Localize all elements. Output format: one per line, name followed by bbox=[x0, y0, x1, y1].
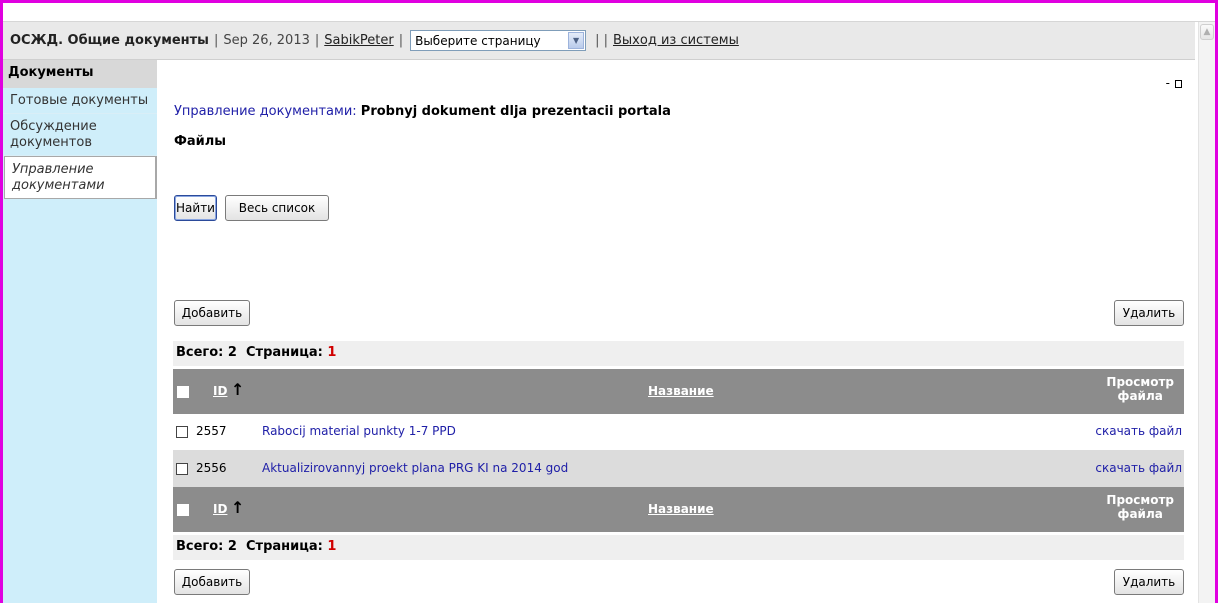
download-file-link[interactable]: скачать файл bbox=[1095, 424, 1182, 438]
table-row: 2556 Aktualizirovannyj proekt plana PRG … bbox=[173, 450, 1184, 487]
sidebar-item-document-management[interactable]: Управление документами bbox=[4, 156, 157, 199]
breadcrumb-link-document-management[interactable]: Управление документами: bbox=[174, 104, 357, 119]
column-header-view-line1: Просмотр bbox=[1106, 493, 1174, 507]
vertical-scrollbar[interactable]: ▲ bbox=[1198, 22, 1215, 603]
sort-ascending-icon: ↑ bbox=[231, 498, 245, 517]
table-header: ID ↑ Название Просмотр файла bbox=[173, 369, 1184, 414]
column-header-view-line2: файла bbox=[1117, 507, 1163, 521]
page-select-value: Выберите страницу bbox=[415, 33, 541, 48]
total-label: Всего: bbox=[176, 539, 224, 554]
page-label: Страница: bbox=[246, 345, 323, 360]
page-number[interactable]: 1 bbox=[327, 539, 336, 554]
column-header-view-line1: Просмотр bbox=[1106, 375, 1174, 389]
maximize-icon[interactable] bbox=[1175, 79, 1182, 88]
row-id: 2557 bbox=[196, 424, 227, 438]
sidebar: Документы Готовые документы Обсуждение д… bbox=[3, 60, 157, 603]
total-value: 2 bbox=[227, 539, 237, 554]
minimize-icon[interactable]: - bbox=[1166, 76, 1172, 90]
current-date: Sep 26, 2013 bbox=[223, 33, 310, 48]
main-content: - Управление документами: Probnyj dokume… bbox=[158, 60, 1195, 603]
total-value: 2 bbox=[227, 345, 237, 360]
column-header-view-file: Просмотр файла bbox=[1106, 375, 1174, 403]
breadcrumb: Управление документами: Probnyj dokument… bbox=[174, 104, 671, 119]
row-checkbox[interactable] bbox=[176, 426, 188, 438]
row-title-link[interactable]: Aktualizirovannyj proekt plana PRG KI na… bbox=[262, 461, 568, 475]
column-header-id-bottom[interactable]: ID bbox=[213, 502, 227, 516]
all-list-button[interactable]: Весь список bbox=[225, 195, 329, 221]
table-footer-header: ID ↑ Название Просмотр файла bbox=[173, 487, 1184, 532]
page-select[interactable]: Выберите страницу ▼ bbox=[410, 30, 587, 51]
row-title-link[interactable]: Rabocij material punkty 1-7 PPD bbox=[262, 424, 456, 438]
sidebar-item-ready-documents[interactable]: Готовые документы bbox=[3, 88, 157, 114]
add-button-top[interactable]: Добавить bbox=[174, 300, 250, 326]
delete-button-bottom[interactable]: Удалить bbox=[1114, 569, 1184, 595]
window-controls: - bbox=[1166, 76, 1182, 90]
page-number[interactable]: 1 bbox=[327, 345, 336, 360]
section-title-files: Файлы bbox=[174, 134, 227, 149]
select-all-checkbox-bottom[interactable] bbox=[177, 504, 189, 516]
page-label: Страница: bbox=[246, 539, 323, 554]
logout-link[interactable]: Выход из системы bbox=[613, 33, 739, 48]
row-checkbox[interactable] bbox=[176, 463, 188, 475]
scroll-up-icon[interactable]: ▲ bbox=[1200, 24, 1214, 40]
download-file-link[interactable]: скачать файл bbox=[1095, 461, 1182, 475]
select-all-checkbox[interactable] bbox=[177, 386, 189, 398]
separator: | bbox=[213, 33, 219, 48]
separator: | bbox=[398, 33, 404, 48]
pagination-summary-top: Всего: 2 Страница: 1 bbox=[173, 341, 1184, 366]
column-header-view-line2: файла bbox=[1117, 389, 1163, 403]
column-header-view-file-bottom: Просмотр файла bbox=[1106, 493, 1174, 521]
add-button-bottom[interactable]: Добавить bbox=[174, 569, 250, 595]
delete-button-top[interactable]: Удалить bbox=[1114, 300, 1184, 326]
sidebar-item-document-discussion[interactable]: Обсуждение документов bbox=[3, 114, 157, 156]
separator-double: | | bbox=[595, 33, 608, 48]
column-header-name-bottom[interactable]: Название bbox=[648, 502, 714, 516]
table-row: 2557 Rabocij material punkty 1-7 PPD ска… bbox=[173, 413, 1184, 450]
separator: | bbox=[314, 33, 320, 48]
sidebar-heading: Документы bbox=[3, 60, 157, 88]
chevron-down-icon[interactable]: ▼ bbox=[568, 32, 585, 49]
find-button[interactable]: Найти bbox=[174, 195, 217, 221]
top-strip bbox=[3, 3, 1215, 22]
total-label: Всего: bbox=[176, 345, 224, 360]
column-header-id[interactable]: ID bbox=[213, 384, 227, 398]
pagination-summary-bottom: Всего: 2 Страница: 1 bbox=[173, 535, 1184, 560]
column-header-name[interactable]: Название bbox=[648, 384, 714, 398]
breadcrumb-current-document: Probnyj dokument dlja prezentacii portal… bbox=[360, 104, 671, 119]
top-header-bar: ОСЖД. Общие документы | Sep 26, 2013 | S… bbox=[3, 22, 1195, 60]
user-link[interactable]: SabikPeter bbox=[324, 33, 393, 48]
row-id: 2556 bbox=[196, 461, 227, 475]
app-title: ОСЖД. Общие документы bbox=[10, 33, 209, 48]
sort-ascending-icon: ↑ bbox=[231, 380, 245, 399]
